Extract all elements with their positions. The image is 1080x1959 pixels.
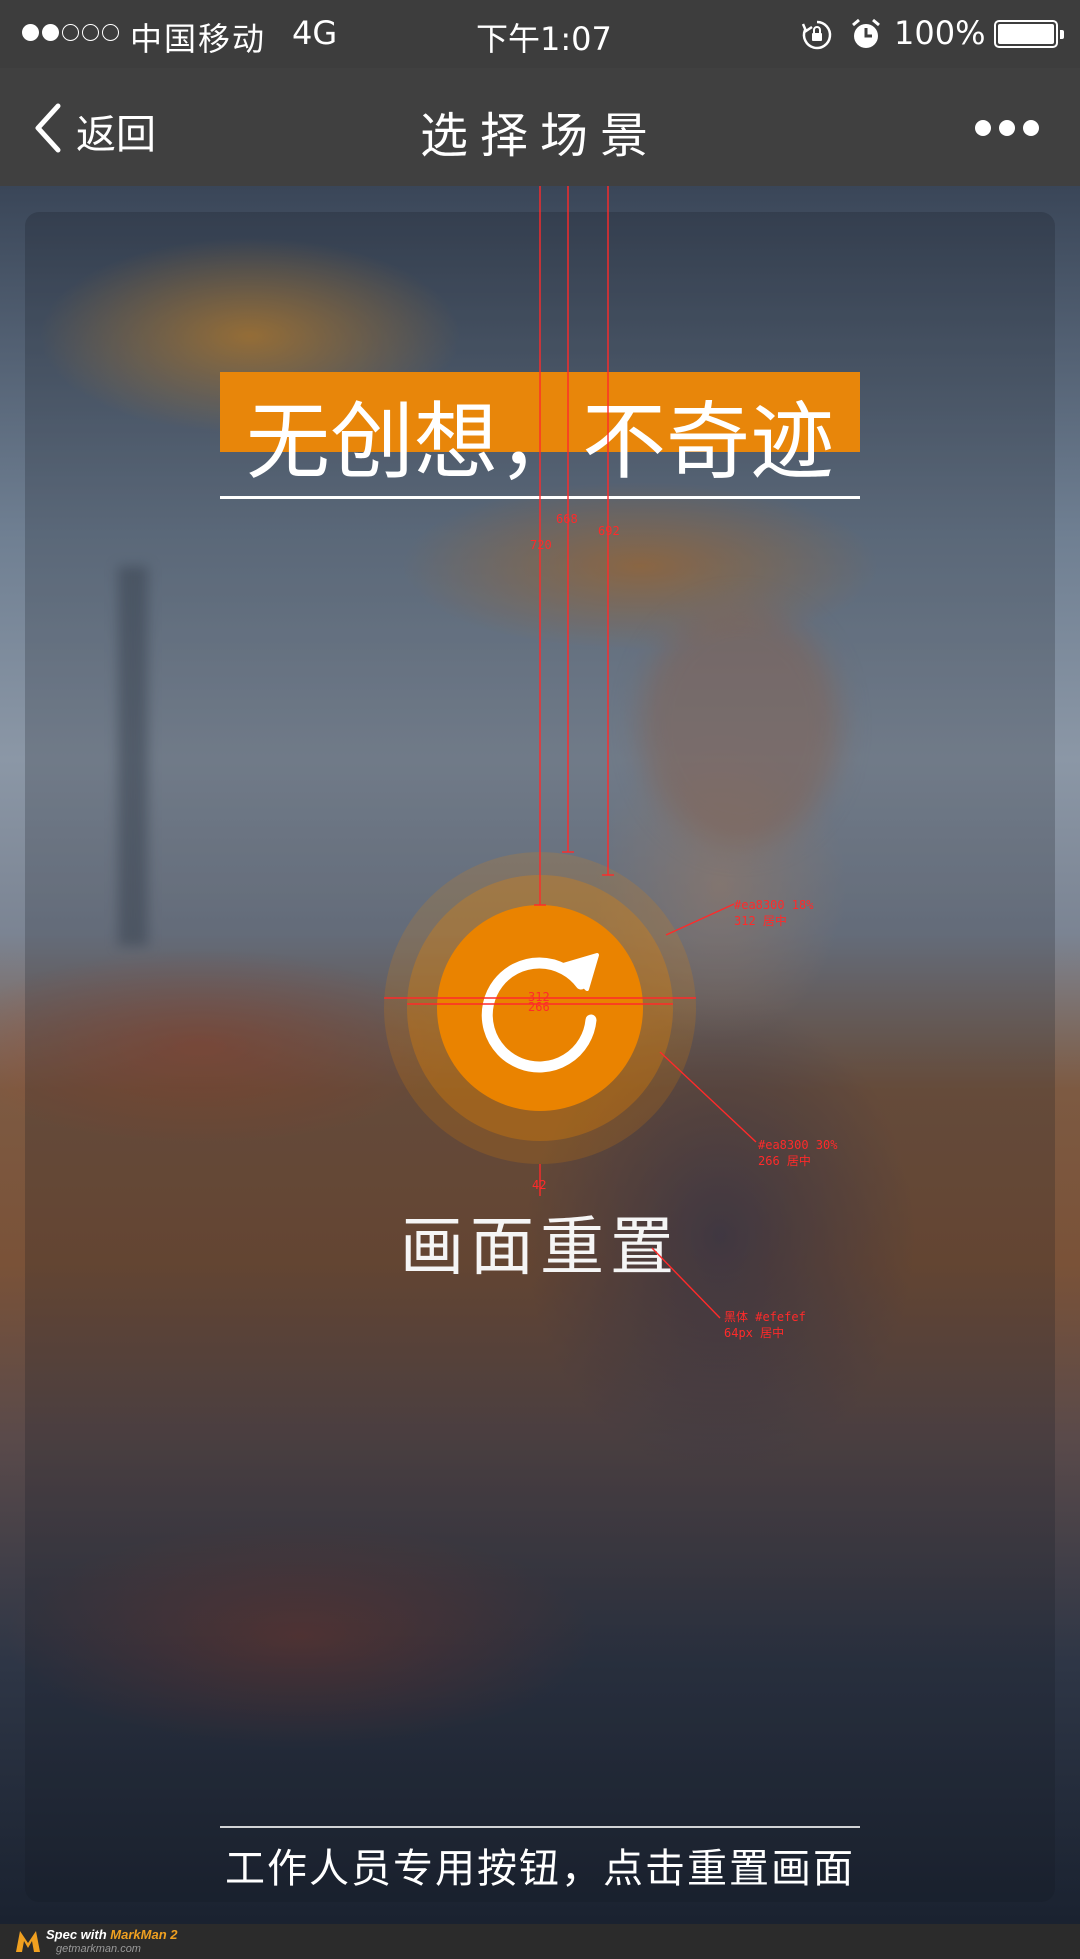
- signal-dot-empty: [102, 24, 119, 41]
- signal-dot-filled: [22, 24, 39, 41]
- spec-note-label-font: 64px 居中: [724, 1326, 785, 1340]
- battery-percentage: 100%: [894, 14, 986, 52]
- headline: 无创想，不奇迹: [245, 393, 834, 491]
- spec-distance-label: 692: [598, 524, 620, 538]
- reset-label: 画面重置: [400, 1211, 680, 1285]
- watermark-site: getmarkman.com: [56, 1943, 141, 1955]
- spec-distance-label: 668: [556, 512, 578, 526]
- spec-note-inner-halo: 266 居中: [758, 1154, 811, 1168]
- footer-hint: 工作人员专用按钮，点击重置画面: [225, 1846, 855, 1892]
- spec-width-label: 266: [528, 1000, 550, 1014]
- rotation-lock-icon: [800, 18, 834, 60]
- spec-note-inner-halo: #ea8300 30%: [758, 1138, 838, 1152]
- markman-watermark: Spec with MarkMan 2 getmarkman.com: [0, 1924, 1080, 1959]
- alarm-icon: [850, 18, 882, 60]
- page-title: 选择场景: [419, 108, 660, 164]
- signal-dot-empty: [62, 24, 79, 41]
- more-dots-icon[interactable]: [974, 116, 1040, 140]
- battery-icon: [994, 20, 1064, 48]
- markman-logo-icon: [16, 1931, 40, 1952]
- signal-dot-filled: [42, 24, 59, 41]
- spec-note-label-font: 黑体 #efefef: [724, 1310, 806, 1324]
- carrier-name: 中国移动: [130, 20, 267, 58]
- spec-note-outer-halo: 312 居中: [734, 914, 787, 928]
- watermark-text: Spec with MarkMan 2: [46, 1927, 178, 1942]
- headline-underline: [220, 496, 860, 499]
- app-screen: 中国移动 4G 下午1:07 100% 返回 选择场景 无创想，不奇迹 画面重置…: [0, 0, 1080, 1959]
- spec-distance-label: 720: [530, 538, 552, 552]
- network-type: 4G: [292, 14, 338, 52]
- spec-gap-label: 42: [532, 1178, 547, 1192]
- signal-dot-empty: [82, 24, 99, 41]
- navigation-bar: 返回 选择场景: [0, 68, 1080, 186]
- status-bar: 中国移动 4G 下午1:07 100%: [0, 0, 1080, 68]
- footer-divider: [220, 1826, 860, 1828]
- spec-note-outer-halo: #ea8300 18%: [734, 898, 814, 912]
- status-time: 下午1:07: [476, 20, 612, 58]
